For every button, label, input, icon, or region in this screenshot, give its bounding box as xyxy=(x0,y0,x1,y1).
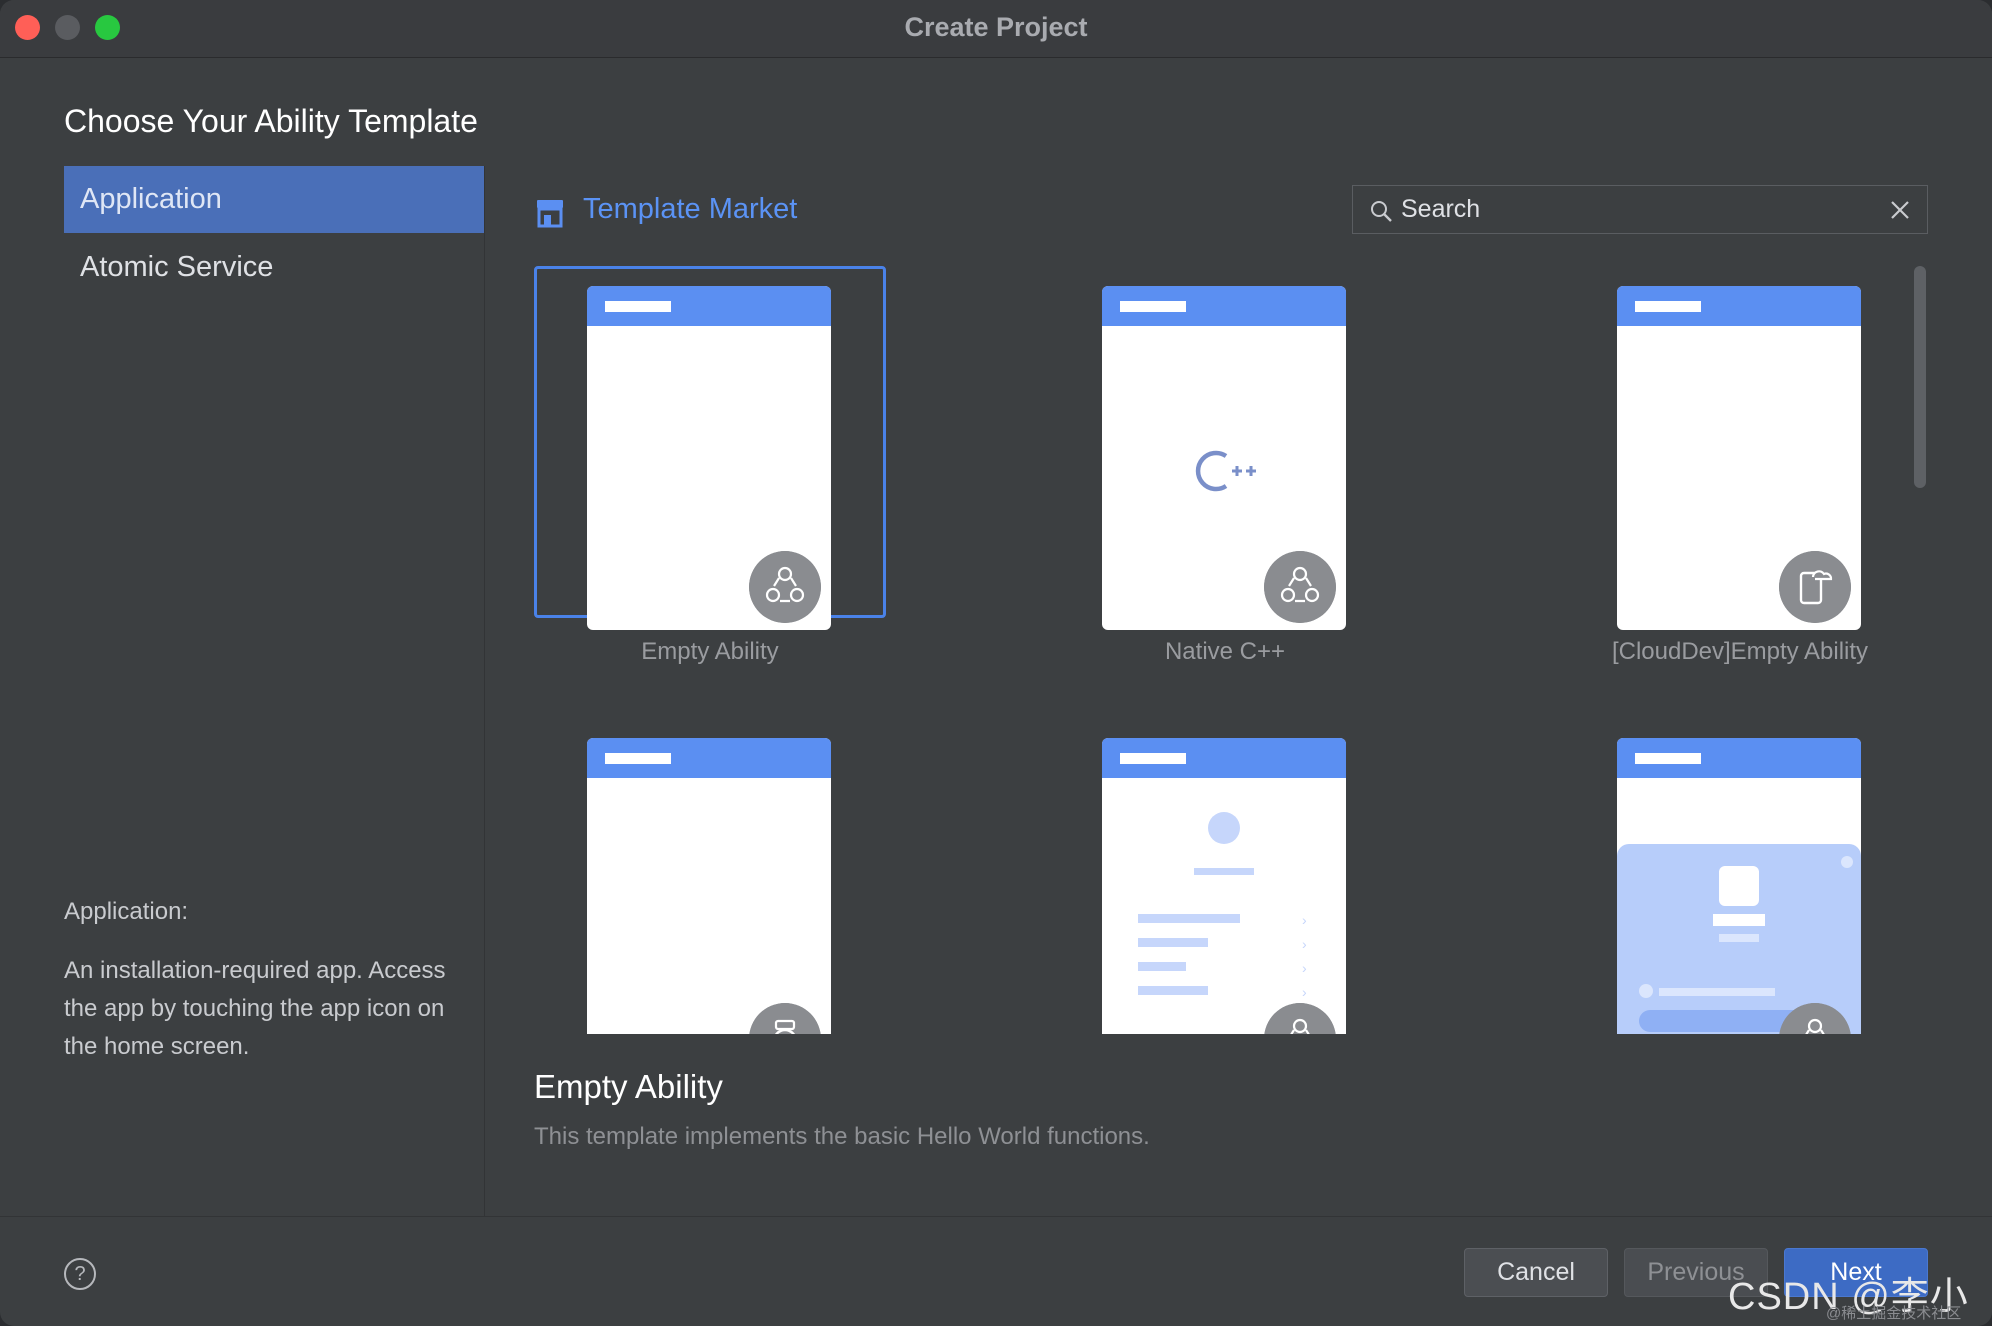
sidebar-item-application[interactable]: Application xyxy=(64,166,484,233)
create-project-window: Create Project Choose Your Ability Templ… xyxy=(0,0,1992,1326)
template-card-wearable[interactable] xyxy=(534,718,886,1034)
template-card-service-card[interactable] xyxy=(1564,718,1910,1034)
template-preview: › › › › xyxy=(1102,738,1346,1034)
panel-divider xyxy=(484,166,485,1216)
ability-cluster-icon xyxy=(1264,551,1336,623)
template-preview xyxy=(1617,286,1861,630)
selected-template-title: Empty Ability xyxy=(534,1068,723,1105)
template-card-clouddev-empty-ability[interactable]: [CloudDev]Empty Ability xyxy=(1564,266,1910,666)
ability-cluster-icon xyxy=(749,551,821,623)
avatar xyxy=(1208,812,1240,844)
template-card-native-cpp[interactable]: Native C++ xyxy=(1049,266,1401,666)
cloud-device-icon xyxy=(1779,551,1851,623)
template-preview xyxy=(1102,286,1346,630)
template-label: Empty Ability xyxy=(641,638,779,665)
window-title: Create Project xyxy=(904,12,1088,42)
description-title: Application: xyxy=(64,898,189,925)
store-icon xyxy=(537,200,563,228)
watermark-sub: @稀土掘金技术社区 xyxy=(1826,1305,1962,1322)
template-card-empty-ability[interactable]: Empty Ability xyxy=(534,266,886,666)
template-grid: Empty Ability Native C++ [CloudDev]Empty… xyxy=(500,250,1910,1034)
close-icon[interactable] xyxy=(1889,199,1911,221)
template-label: [CloudDev]Empty Ability xyxy=(1611,638,1869,665)
template-preview xyxy=(587,738,831,1034)
search-input[interactable] xyxy=(1401,186,1861,233)
template-label: Native C++ xyxy=(1164,638,1286,665)
template-preview xyxy=(587,286,831,630)
scrollbar-thumb[interactable] xyxy=(1914,266,1926,488)
footer-divider xyxy=(0,1216,1992,1217)
title-bar: Create Project xyxy=(0,0,1992,58)
template-card-list[interactable]: › › › › xyxy=(1049,718,1401,1034)
template-market-link[interactable]: Template Market xyxy=(583,193,797,226)
watch-icon xyxy=(749,1003,821,1034)
search-icon xyxy=(1371,201,1392,222)
cpp-icon xyxy=(1195,450,1256,492)
description-text: An installation-required app. Access the… xyxy=(64,957,446,1060)
template-preview xyxy=(1617,738,1861,1034)
cancel-button[interactable]: Cancel xyxy=(1464,1248,1608,1297)
page-title: Choose Your Ability Template xyxy=(64,103,478,139)
question-mark-icon[interactable]: ? xyxy=(64,1258,96,1290)
search-box xyxy=(1352,185,1928,234)
ability-cluster-icon xyxy=(1264,1003,1336,1034)
selected-template-description: This template implements the basic Hello… xyxy=(534,1123,1150,1150)
chevron-right-icon: › › › › xyxy=(1302,912,1307,1000)
sidebar-item-atomic-service[interactable]: Atomic Service xyxy=(64,234,484,301)
